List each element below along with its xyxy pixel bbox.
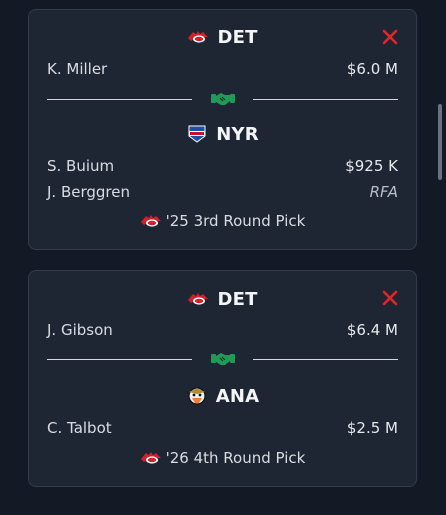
handshake-icon (211, 93, 235, 105)
player-row: J. Gibson $6.4 M (47, 319, 398, 341)
player-salary: $925 K (345, 157, 398, 175)
close-icon (382, 29, 398, 45)
team-header-det: DET (29, 286, 416, 312)
player-salary: $6.0 M (346, 60, 398, 78)
player-row: C. Talbot $2.5 M (47, 417, 398, 439)
player-status: RFA (369, 183, 398, 201)
remove-trade-button[interactable] (381, 289, 399, 307)
trade-divider (47, 350, 398, 368)
player-row: S. Buium $925 K (47, 155, 398, 177)
player-name: C. Talbot (47, 419, 112, 437)
player-name: S. Buium (47, 157, 115, 175)
red-wings-logo-icon (140, 449, 162, 467)
pick-label: '26 4th Round Pick (165, 449, 306, 467)
trade-card: DET K. Miller $6.0 M NYR S. Buium $925 K… (28, 9, 417, 250)
rangers-logo-icon (186, 125, 208, 143)
team-header-nyr: NYR (29, 121, 416, 147)
red-wings-logo-icon (140, 212, 162, 230)
pick-label: '25 3rd Round Pick (165, 212, 306, 230)
close-icon (382, 290, 398, 306)
draft-pick: '26 4th Round Pick (29, 447, 416, 469)
team-name: ANA (215, 385, 260, 407)
team-name: DET (217, 26, 258, 48)
trade-divider (47, 90, 398, 108)
player-row: J. Berggren RFA (47, 181, 398, 203)
red-wings-logo-icon (187, 290, 209, 308)
team-header-ana: ANA (29, 383, 416, 409)
remove-trade-button[interactable] (381, 28, 399, 46)
player-salary: $2.5 M (346, 419, 398, 437)
team-name: DET (217, 288, 258, 310)
trade-card: DET J. Gibson $6.4 M ANA C. Talbot $2.5 … (28, 270, 417, 487)
red-wings-logo-icon (187, 28, 209, 46)
handshake-icon (211, 353, 235, 365)
player-name: J. Berggren (47, 183, 130, 201)
team-name: NYR (216, 123, 259, 145)
player-row: K. Miller $6.0 M (47, 58, 398, 80)
player-name: K. Miller (47, 60, 108, 78)
draft-pick: '25 3rd Round Pick (29, 210, 416, 232)
player-name: J. Gibson (47, 321, 113, 339)
scrollbar[interactable] (438, 104, 442, 180)
team-header-det: DET (29, 24, 416, 50)
player-salary: $6.4 M (346, 321, 398, 339)
ducks-logo-icon (186, 387, 208, 405)
